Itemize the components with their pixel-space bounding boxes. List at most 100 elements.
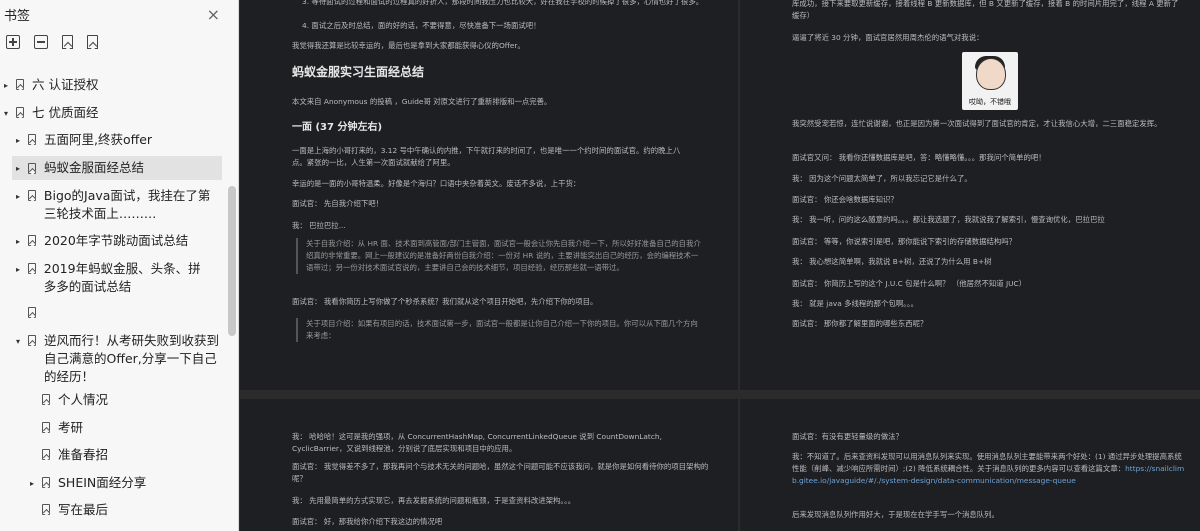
meme-image: 哎呦，不错哦 xyxy=(962,52,1018,110)
paragraph: 我： 因为这个问题太简单了，所以我忘记它是什么了。 xyxy=(792,174,972,183)
document-page: 我： 哈哈哈！这可是我的强项，从 ConcurrentHashMap, Conc… xyxy=(240,399,738,531)
bookmark-icon xyxy=(28,335,36,346)
bookmark-icon xyxy=(28,134,36,145)
bookmark-icon xyxy=(28,235,36,246)
bookmark-label: 写在最后 xyxy=(58,502,109,517)
bookmark-label: SHEIN面经分享 xyxy=(58,475,147,490)
paragraph: 逼逼了将近 30 分钟，面试官居然用周杰伦的语气对我说： xyxy=(792,33,984,42)
bookmark-icon xyxy=(42,449,50,460)
paragraph: 我： 我一听，问的这么随意的吗。。。都让我选题了，我就说我了解索引，慢查询优化，… xyxy=(792,215,1105,224)
bookmark-icon xyxy=(42,477,50,488)
sidebar-scrollbar[interactable] xyxy=(228,186,236,336)
paragraph: 面试官：有没有更轻量级的做法？ xyxy=(792,432,903,441)
paragraph: 面试官： 好，那我给你介绍下我这边的情况吧 xyxy=(292,517,443,526)
paragraph: 面试官： 你简历上写的这个 J.U.C 包是什么啊？ （他居然不知道 JUC） xyxy=(792,279,1027,288)
bookmark-icon xyxy=(28,162,36,174)
meme-caption: 哎呦，不错哦 xyxy=(969,98,1011,106)
close-icon[interactable]: × xyxy=(207,5,220,24)
bookmark-icon xyxy=(27,190,36,201)
bookmark-label: 个人情况 xyxy=(58,392,109,407)
paragraph: 我： 就是 java 多线程的那个包啊。。。 xyxy=(792,299,918,308)
bookmark-item[interactable]: 准备春招 xyxy=(30,446,220,464)
paragraph: 我： 我心想这简单啊，我就说 B+树，还说了为什么用 B+树 xyxy=(792,257,992,266)
paragraph: 面试官： 先自我介绍下吧！ xyxy=(292,199,384,208)
expand-arrow-icon[interactable]: ▸ xyxy=(16,132,26,150)
expand-arrow-icon[interactable]: ▸ xyxy=(16,261,26,279)
bookmark-icon xyxy=(42,504,50,515)
document-page: 3. 等待面试的过程和面试的过程真的好折人，那段时间我压力也比较大，好在我在学校… xyxy=(240,0,738,390)
bookmark-label: 考研 xyxy=(58,420,84,435)
expand-arrow-icon[interactable]: ▸ xyxy=(16,160,26,178)
bookmark-icon xyxy=(27,263,36,274)
paragraph: 一面是上海的小哥打来的，3.12 号中午确认的内推，下午就打来的时间了，也是唯一… xyxy=(292,146,681,167)
sidebar-toolbar xyxy=(0,28,238,56)
collapse-arrow-icon[interactable]: ▾ xyxy=(4,105,14,123)
bookmark-label: 准备春招 xyxy=(58,447,109,462)
paragraph: 我： 巴拉巴拉... xyxy=(292,221,346,230)
collapse-all-icon[interactable] xyxy=(34,35,48,49)
paragraph-text: 我：不知道了。后来查资料发现可以用消息队列来实现。使用消息队列主要能带来两个好处… xyxy=(792,452,1182,473)
paragraph: 面试官： 我觉得差不多了，那我再问个与技术无关的问题哈，虽然这个问题可能不应该我… xyxy=(292,462,709,483)
paragraph: 后来发现消息队列作用好大，于是现在在学手写一个消息队列。 xyxy=(792,510,999,519)
paragraph: 3. 等待面试的过程和面试的过程真的好折人，那段时间我压力也比较大，好在我在学校… xyxy=(302,0,704,6)
paragraph: 我： 哈哈哈！这可是我的强项，从 ConcurrentHashMap, Conc… xyxy=(292,432,662,453)
bookmarks-sidebar: 书签 × ▸ 六 认证授权 ▾ 七 优质面经 ▸ 五面阿里,终获offer ▸ 蚂蚁金服… xyxy=(0,0,239,531)
collapse-arrow-icon[interactable]: ▾ xyxy=(16,333,26,351)
bookmark-item[interactable]: ▸ Bigo的Java面试，我挂在了第三轮技术面上……… xyxy=(16,187,212,223)
paragraph: 库成功，接下来要取更新缓存，接着线程 B 更新数据库，但 B 又更新了缓存，接着… xyxy=(792,0,1179,20)
bookmark-label: 2019年蚂蚁金服、头条、拼多多的面试总结 xyxy=(43,261,201,294)
bookmark-icon xyxy=(16,107,24,118)
bookmark-label: 七 优质面经 xyxy=(32,105,99,120)
document-page: 库成功，接下来要取更新缓存，接着线程 B 更新数据库，但 B 又更新了缓存，接着… xyxy=(740,0,1200,390)
paragraph: 面试官又问： 我看你还懂数据库是吧，答：略懂略懂。。。那我问个简单的吧！ xyxy=(792,153,1046,162)
bookmark-icon xyxy=(42,394,50,405)
bookmark-label: 五面阿里,终获offer xyxy=(44,132,153,147)
sidebar-header: 书签 × xyxy=(0,0,238,28)
blockquote: 关于自我介绍：从 HR 面、技术面到高管面/部门主管面，面试官一般会让你先自我介… xyxy=(296,238,702,274)
bookmark-item[interactable]: ▸ 五面阿里,终获offer xyxy=(16,131,222,150)
bookmark-label: 六 认证授权 xyxy=(32,77,99,92)
bookmark-label: Bigo的Java面试，我挂在了第三轮技术面上……… xyxy=(43,188,211,221)
bookmark-item-selected[interactable]: ▸ 蚂蚁金服面经总结 xyxy=(12,156,222,180)
bookmark-label: 2020年字节跳动面试总结 xyxy=(44,233,189,248)
expand-all-icon[interactable] xyxy=(6,35,20,49)
paragraph: 幸运的是一面的小哥特温柔。好像是个海归？口语中夹杂着英文。废话不多说，上干货： xyxy=(292,179,581,188)
section-heading: 蚂蚁金服实习生面经总结 xyxy=(292,65,425,79)
expand-arrow-icon[interactable]: ▸ xyxy=(30,475,40,493)
paragraph: 我：不知道了。后来查资料发现可以用消息队列来实现。使用消息队列主要能带来两个好处… xyxy=(792,451,1188,487)
expand-arrow-icon[interactable]: ▸ xyxy=(4,77,14,95)
document-page: 面试官：有没有更轻量级的做法？ 我：不知道了。后来查资料发现可以用消息队列来实现… xyxy=(740,399,1200,531)
bookmark-item[interactable]: ▾ 七 优质面经 xyxy=(4,104,224,123)
bookmark-item[interactable]: 考研 xyxy=(30,419,220,437)
expand-arrow-icon[interactable]: ▸ xyxy=(16,233,26,251)
bookmark-label: 蚂蚁金服面经总结 xyxy=(44,160,145,175)
bookmark-icon xyxy=(28,307,36,318)
paragraph: 我： 先用最简单的方式实现它，再去发掘系统的问题和瓶颈，于是查资料改进架构。。。 xyxy=(292,496,576,505)
meme-face xyxy=(976,58,1006,90)
subsection-heading: 一面 (37 分钟左右) xyxy=(292,122,383,133)
bookmark-label: 逆风而行！从考研失败到收获到自己满意的Offer,分享一下自己的经历！ xyxy=(44,333,220,384)
bookmark-item[interactable]: ▸ 六 认证授权 xyxy=(4,76,224,95)
paragraph: 面试官： 你还会啥数据库知识？ xyxy=(792,195,898,204)
paragraph: 本文来自 Anonymous 的投稿 ，Guide哥 对原文进行了重新排版和一点… xyxy=(292,97,552,106)
bookmark-item[interactable]: 写在最后 xyxy=(30,501,220,519)
bookmark-icon xyxy=(16,79,24,90)
bookmark-item[interactable]: ▸ 2019年蚂蚁金服、头条、拼多多的面试总结 xyxy=(16,260,212,296)
bookmark-item[interactable]: ▸ 2020年字节跳动面试总结 xyxy=(16,232,222,251)
add-bookmark-icon[interactable] xyxy=(62,35,73,49)
paragraph: 4. 面试之后及时总结，面的好的话，不要得意，尽快准备下一场面试吧！ xyxy=(302,21,541,30)
paragraph: 我觉得我还算是比较幸运的，最后也是拿到大家都能获得心仪的Offer。 xyxy=(292,41,525,50)
expand-arrow-icon[interactable]: ▸ xyxy=(16,188,26,206)
bookmark-item[interactable]: ▾ 逆风而行！从考研失败到收获到自己满意的Offer,分享一下自己的经历！ xyxy=(16,332,222,386)
bookmark-icon xyxy=(42,422,50,433)
paragraph: 我突然受宠若惊，连忙说谢谢，也正是因为第一次面试得到了面试官的肯定，才让我信心大… xyxy=(792,119,1162,128)
bookmark-item[interactable]: 个人情况 xyxy=(30,391,220,409)
bookmark-item[interactable] xyxy=(16,304,222,318)
bookmark-item[interactable]: ▸ SHEIN面经分享 xyxy=(30,474,220,493)
paragraph: 面试官： 我看你简历上写你做了个秒杀系统？我们就从这个项目开始吧，先介绍下你的项… xyxy=(292,297,598,306)
blockquote: 关于项目介绍：如果有项目的话，技术面试第一步，面试官一般都是让你自己介绍一下你的… xyxy=(296,318,702,342)
paragraph: 面试官： 等等，你说索引是吧，那你能说下索引的存储数据结构吗？ xyxy=(792,237,1017,246)
bookmark-icon[interactable] xyxy=(87,35,98,49)
paragraph: 面试官： 那你都了解里面的哪些东西呢？ xyxy=(792,319,928,328)
sidebar-title: 书签 xyxy=(4,8,31,24)
